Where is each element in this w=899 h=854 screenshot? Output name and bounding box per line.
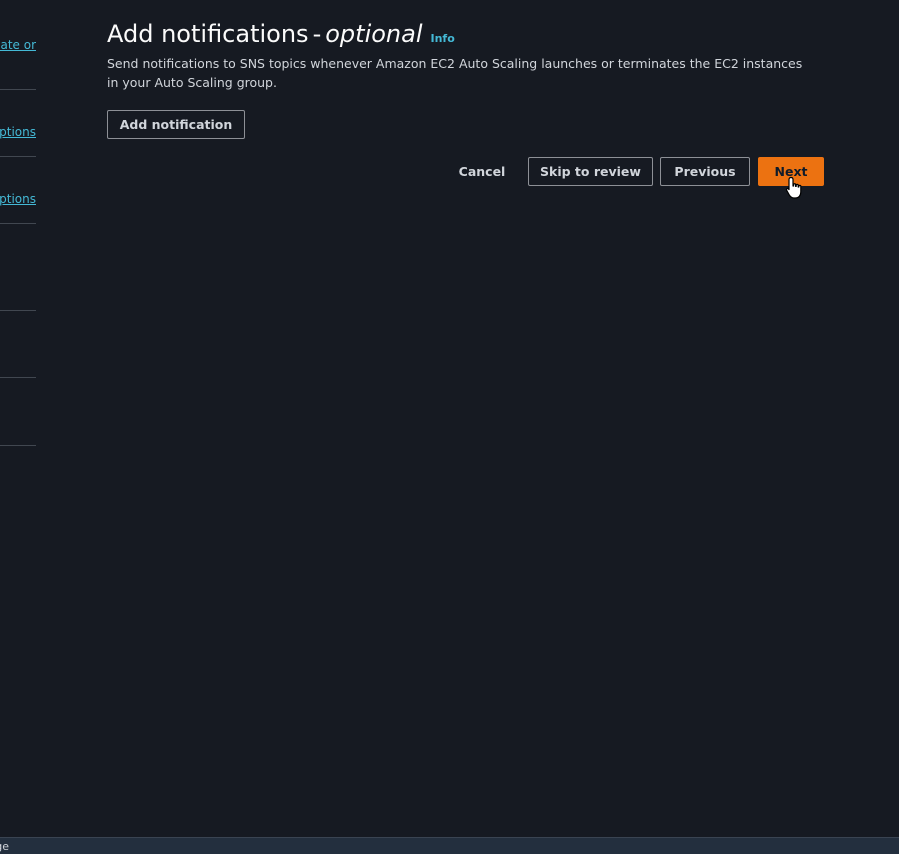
steps-nav: Choose launch template or Choose instanc… <box>0 0 36 446</box>
step-divider <box>0 445 36 446</box>
step-divider <box>0 156 36 157</box>
footer-text[interactable]: CloudShell Feedback Language <box>0 840 9 853</box>
step-divider <box>0 377 36 378</box>
step-link-advanced-options[interactable]: Configure advanced options <box>0 192 36 206</box>
title-main: Add notifications <box>107 20 309 48</box>
next-button[interactable]: Next <box>758 157 824 186</box>
step-divider <box>0 223 36 224</box>
skip-to-review-button[interactable]: Skip to review <box>528 157 653 186</box>
info-link[interactable]: Info <box>431 32 455 45</box>
previous-button[interactable]: Previous <box>660 157 750 186</box>
title-separator: - <box>312 20 322 48</box>
cancel-button[interactable]: Cancel <box>452 157 512 186</box>
page-header: Add notifications - optional Info <box>107 20 455 48</box>
add-notification-button[interactable]: Add notification <box>107 110 245 139</box>
page-title: Add notifications - optional <box>107 20 423 48</box>
page: Choose launch template or Choose instanc… <box>0 0 899 854</box>
console-footer: CloudShell Feedback Language <box>0 837 899 854</box>
title-optional: optional <box>325 20 423 48</box>
step-link-launch-template[interactable]: Choose launch template or <box>0 38 36 52</box>
page-description: Send notifications to SNS topics wheneve… <box>107 56 803 90</box>
step-divider <box>0 89 36 90</box>
step-link-instance-options[interactable]: Choose instance launch options <box>0 125 36 139</box>
step-divider <box>0 310 36 311</box>
